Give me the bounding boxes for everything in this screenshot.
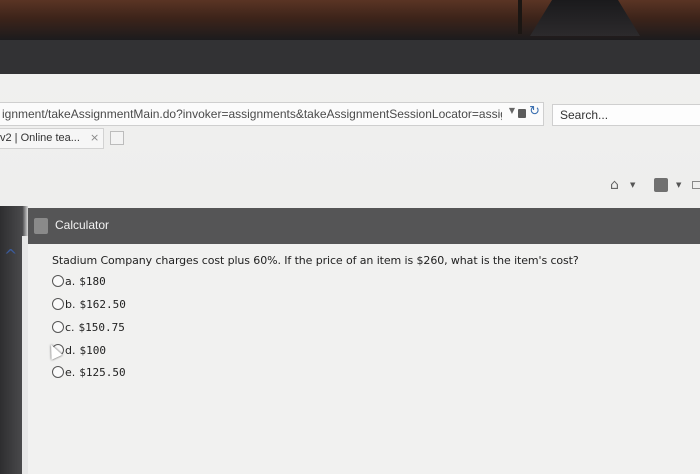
left-frame: ^ — [0, 206, 28, 474]
option-value: $100 — [79, 343, 106, 357]
question-text: Stadium Company charges cost plus 60%. I… — [52, 254, 579, 267]
screen-top-edge — [0, 40, 700, 74]
option-a[interactable]: a. $180 — [52, 272, 106, 290]
home-icon[interactable]: ⌂ — [610, 178, 624, 192]
option-value: $150.75 — [78, 320, 125, 334]
option-c[interactable]: c. $150.75 — [52, 318, 125, 336]
radio-option-a[interactable] — [52, 275, 64, 287]
rss-dropdown-icon[interactable]: ▼ — [676, 181, 681, 189]
rss-icon[interactable] — [654, 178, 668, 192]
option-letter: e. — [65, 365, 76, 379]
collapse-caret-icon[interactable]: ^ — [4, 246, 17, 265]
address-url[interactable]: ignment/takeAssignmentMain.do?invoker=as… — [2, 107, 502, 121]
option-letter: d. — [65, 343, 76, 357]
mail-icon[interactable] — [692, 181, 700, 189]
search-input[interactable]: Search... — [552, 104, 700, 126]
monitor-bezel — [0, 0, 700, 40]
radio-option-c[interactable] — [52, 321, 64, 333]
refresh-icon[interactable]: ↻ — [529, 104, 540, 119]
calculator-bar[interactable]: Calculator — [28, 208, 700, 244]
radio-option-e[interactable] — [52, 366, 64, 378]
home-dropdown-icon[interactable]: ▼ — [630, 181, 635, 189]
option-value: $125.50 — [79, 365, 126, 379]
address-bar[interactable]: ignment/takeAssignmentMain.do?invoker=as… — [0, 102, 544, 126]
option-letter: c. — [65, 320, 75, 334]
search-placeholder: Search... — [560, 108, 609, 122]
close-icon[interactable]: × — [90, 131, 99, 144]
calculator-label[interactable]: Calculator — [55, 218, 109, 232]
bezel-object — [530, 0, 640, 36]
browser-window: ignment/takeAssignmentMain.do?invoker=as… — [0, 74, 700, 474]
tab-online-teaching[interactable]: v2 | Online tea... × — [0, 128, 104, 149]
option-e[interactable]: e. $125.50 — [52, 363, 126, 381]
question-panel: Stadium Company charges cost plus 60%. I… — [28, 244, 700, 474]
bezel-shadow — [518, 0, 522, 34]
tab-row: v2 | Online tea... × — [0, 128, 700, 150]
dropdown-arrow-icon[interactable]: ▼ — [509, 106, 515, 115]
option-letter: b. — [65, 297, 76, 311]
lock-icon — [518, 109, 526, 118]
tab-title: v2 | Online tea... — [0, 132, 80, 144]
option-value: $180 — [79, 274, 106, 288]
calculator-icon[interactable] — [34, 218, 48, 234]
option-letter: a. — [65, 274, 76, 288]
option-value: $162.50 — [79, 297, 126, 311]
option-b[interactable]: b. $162.50 — [52, 295, 126, 313]
radio-option-b[interactable] — [52, 298, 64, 310]
new-tab-button[interactable] — [110, 131, 124, 145]
